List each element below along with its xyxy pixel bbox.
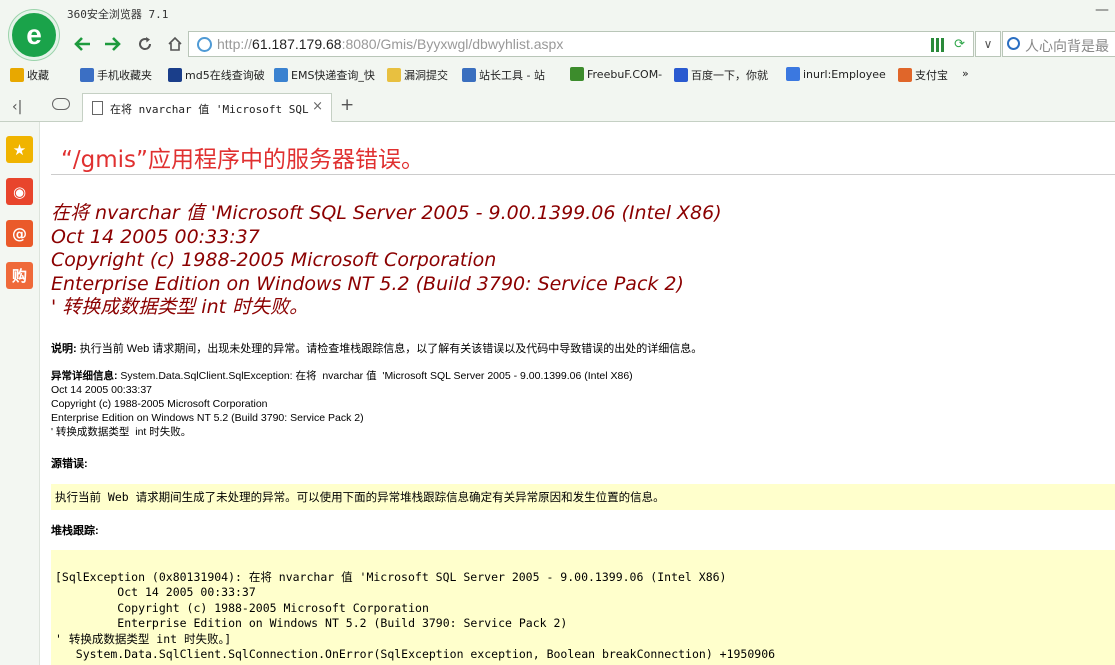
exception-line: System.Data.SqlClient.SqlException: 在将 n…	[117, 370, 633, 382]
favorite-label: inurl:Employee	[803, 67, 886, 81]
tab-active[interactable]: 在将 nvarchar 值 'Microsoft SQL Se ×	[82, 93, 332, 122]
favorite-item[interactable]: »	[962, 67, 969, 80]
shopping-icon[interactable]: 购	[6, 262, 33, 289]
favorite-item[interactable]: 漏洞提交	[387, 67, 448, 83]
description-text: 执行当前 Web 请求期间，出现未处理的异常。请检查堆栈跟踪信息，以了解有关该错…	[76, 343, 703, 355]
exception-line: Copyright (c) 1988-2005 Microsoft Corpor…	[51, 398, 268, 410]
star-add-icon	[10, 68, 24, 82]
error-heading: 在将 nvarchar 值 'Microsoft SQL Server 2005…	[51, 202, 722, 320]
favorite-label: EMS快递查询_快	[291, 69, 375, 82]
favorite-label: 收藏	[27, 69, 49, 82]
divider	[51, 174, 1115, 175]
title-bar: e 360安全浏览器 7.1 —	[0, 0, 1115, 60]
favorite-item[interactable]: 站长工具 - 站	[462, 67, 545, 83]
address-dropdown-button[interactable]: ∨	[975, 31, 1001, 57]
app-title: 360安全浏览器 7.1	[67, 8, 169, 21]
tab-list-icon[interactable]: ‹|	[12, 99, 22, 115]
google-icon	[786, 67, 800, 81]
tab-bar: ‹| 在将 nvarchar 值 'Microsoft SQL Se × +	[0, 91, 1115, 122]
error-line: Oct 14 2005 00:33:37	[51, 225, 260, 248]
description: 说明: 执行当前 Web 请求期间，出现未处理的异常。请检查堆栈跟踪信息，以了解…	[51, 340, 702, 356]
chinaz-icon	[462, 68, 476, 82]
stack-line: ' 转换成数据类型 int 时失败。]	[55, 631, 232, 646]
favorite-item[interactable]: EMS快递查询_快	[274, 67, 375, 83]
favorite-label: »	[962, 67, 969, 80]
search-box[interactable]: 人心向背是最	[1002, 31, 1115, 57]
refresh-icon	[139, 37, 152, 50]
exception-details: 异常详细信息: System.Data.SqlClient.SqlExcepti…	[51, 369, 633, 439]
error-line: 在将 nvarchar 值 'Microsoft SQL Server 2005…	[51, 202, 722, 224]
window-controls[interactable]: —	[1095, 2, 1109, 18]
search-icon	[1007, 37, 1020, 50]
exception-line: Enterprise Edition on Windows NT 5.2 (Bu…	[51, 412, 364, 424]
arrow-left-icon	[74, 37, 90, 51]
ems-icon	[274, 68, 288, 82]
document-icon	[92, 101, 103, 115]
cloud-icon[interactable]	[52, 98, 70, 110]
stack-line: [SqlException (0x80131904): 在将 nvarchar …	[55, 570, 727, 584]
chevron-down-icon: ∨	[983, 37, 993, 51]
favorite-item[interactable]: 手机收藏夹	[80, 67, 152, 83]
url-text[interactable]: http://61.187.179.68:8080/Gmis/Byyxwgl/d…	[217, 36, 563, 52]
alipay-shield-icon	[898, 68, 912, 82]
phone-icon	[80, 68, 94, 82]
exception-line: ' 转换成数据类型 int 时失败。	[51, 426, 192, 438]
favorite-item[interactable]: 支付宝	[898, 67, 948, 83]
favorite-item[interactable]: FreebuF.COM-	[570, 67, 662, 81]
close-tab-icon[interactable]: ×	[312, 99, 323, 114]
globe-icon	[197, 37, 212, 52]
weibo-icon[interactable]: ◉	[6, 178, 33, 205]
stack-line: Copyright (c) 1988-2005 Microsoft Corpor…	[55, 600, 429, 615]
favorite-label: FreebuF.COM-	[587, 67, 663, 81]
back-button[interactable]	[70, 32, 96, 56]
stack-line: Oct 14 2005 00:33:37	[55, 585, 256, 600]
baidu-icon	[674, 68, 688, 82]
address-bar[interactable]: http://61.187.179.68:8080/Gmis/Byyxwgl/d…	[188, 31, 974, 57]
source-error-label: 源错误:	[51, 458, 88, 470]
side-panel: ★ ◉ @ 购	[0, 122, 40, 665]
speed-mode-icon[interactable]: ⟳	[954, 37, 965, 52]
favorite-item[interactable]: md5在线查询破	[168, 67, 265, 83]
forward-button[interactable]	[99, 32, 125, 56]
home-button[interactable]	[162, 32, 188, 56]
grid-icon	[168, 68, 182, 82]
favorite-item[interactable]: 收藏	[10, 67, 49, 83]
favorite-label: 站长工具 - 站	[479, 69, 545, 82]
qr-code-icon[interactable]	[931, 38, 945, 52]
favorites-bar: 收藏 手机收藏夹 md5在线查询破 EMS快递查询_快 漏洞提交 站长工具 - 站 Free…	[0, 62, 1115, 88]
favorite-item[interactable]: 百度一下，你就	[674, 67, 768, 83]
freebuf-icon	[570, 67, 584, 81]
favorites-star-icon[interactable]: ★	[6, 136, 33, 163]
folder-icon	[387, 68, 401, 82]
tab-title: 在将 nvarchar 值 'Microsoft SQL Se	[110, 103, 310, 116]
source-error-box: 执行当前 Web 请求期间生成了未处理的异常。可以使用下面的异常堆栈跟踪信息确定…	[51, 484, 1115, 510]
arrow-right-icon	[105, 37, 121, 51]
error-line: Enterprise Edition on Windows NT 5.2 (Bu…	[51, 272, 684, 295]
exception-line: Oct 14 2005 00:33:37	[51, 384, 152, 396]
page-title: “/gmis”应用程序中的服务器错误。	[61, 147, 424, 173]
error-line: ' 转换成数据类型 int 时失败。	[51, 296, 309, 318]
browser-chrome: e 360安全浏览器 7.1 — http://61.187.179.68:80…	[0, 0, 1115, 122]
favorite-label: 手机收藏夹	[97, 69, 152, 82]
favorite-label: 百度一下，你就	[691, 69, 768, 82]
refresh-button[interactable]	[132, 32, 158, 56]
exception-text: System.Data.SqlClient.SqlException: 在将 n…	[51, 370, 633, 439]
stack-line: Enterprise Edition on Windows NT 5.2 (Bu…	[55, 616, 568, 631]
exception-label: 异常详细信息:	[51, 370, 118, 382]
error-line: Copyright (c) 1988-2005 Microsoft Corpor…	[51, 249, 497, 271]
favorite-item[interactable]: inurl:Employee	[786, 67, 886, 81]
page-content: “/gmis”应用程序中的服务器错误。 在将 nvarchar 值 'Micro…	[41, 122, 1115, 665]
stack-line: System.Data.SqlClient.SqlConnection.OnEr…	[55, 647, 776, 662]
new-tab-button[interactable]: +	[340, 95, 354, 115]
mail-at-icon[interactable]: @	[6, 220, 33, 247]
home-icon	[168, 36, 182, 51]
browser-logo-icon[interactable]: e	[9, 10, 59, 60]
description-label: 说明:	[51, 343, 77, 355]
favorite-label: 漏洞提交	[404, 69, 448, 82]
stack-trace-label: 堆栈跟踪:	[51, 525, 99, 537]
stack-trace-box: [SqlException (0x80131904): 在将 nvarchar …	[51, 550, 1115, 665]
search-input[interactable]: 人心向背是最	[1025, 36, 1109, 56]
favorite-label: md5在线查询破	[185, 69, 265, 82]
favorite-label: 支付宝	[915, 69, 948, 82]
